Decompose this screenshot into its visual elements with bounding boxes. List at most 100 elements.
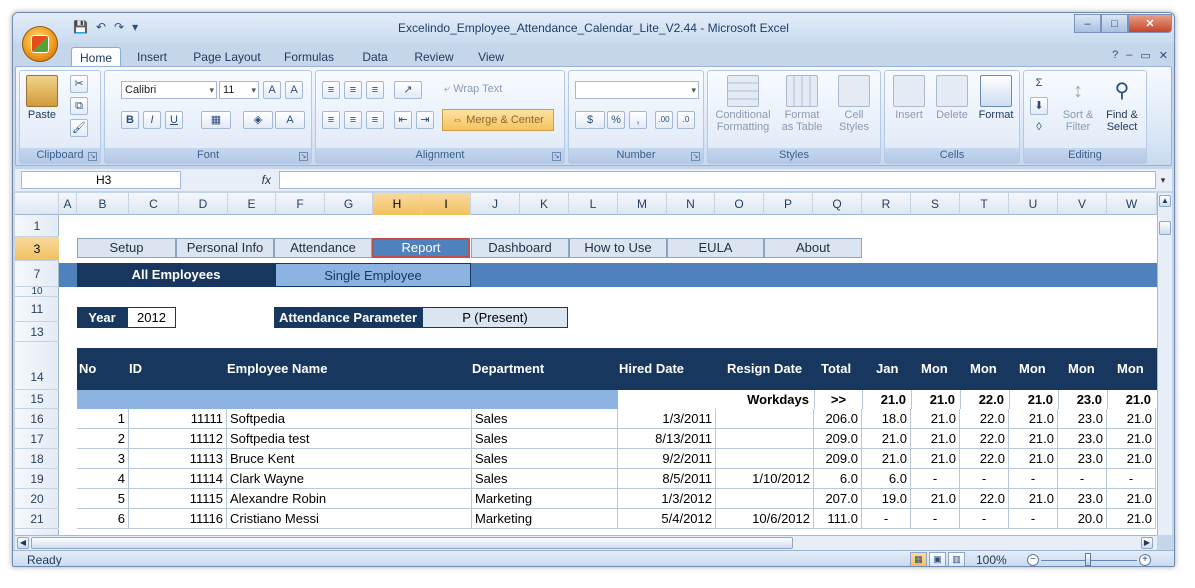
- row-header[interactable]: 21: [15, 509, 59, 529]
- column-header[interactable]: A: [59, 193, 77, 215]
- emp-id[interactable]: 11112: [129, 429, 227, 449]
- row-header[interactable]: 20: [15, 489, 59, 509]
- column-header[interactable]: I: [422, 193, 471, 215]
- currency-button[interactable]: $: [575, 111, 605, 129]
- sort-filter-button[interactable]: ↕ Sort & Filter: [1058, 75, 1098, 133]
- nav-attendance-button[interactable]: Attendance: [274, 238, 372, 258]
- zoom-level[interactable]: 100%: [976, 553, 1007, 566]
- orientation-icon[interactable]: ↗: [394, 81, 422, 99]
- grow-font-icon[interactable]: A: [263, 81, 281, 99]
- page-layout-view-icon[interactable]: ▣: [929, 552, 946, 566]
- align-right-icon[interactable]: ≡: [366, 111, 384, 129]
- emp-month-value[interactable]: 23.0: [1058, 409, 1107, 429]
- nav-eula-button[interactable]: EULA: [667, 238, 764, 258]
- emp-month-value[interactable]: -: [1058, 469, 1107, 489]
- emp-month-value[interactable]: 21.0: [862, 429, 911, 449]
- zoom-slider[interactable]: − +: [1027, 553, 1151, 566]
- column-header[interactable]: C: [129, 193, 179, 215]
- autosum-icon[interactable]: Σ: [1030, 75, 1048, 93]
- name-box[interactable]: H3: [21, 171, 181, 189]
- emp-total[interactable]: 209.0: [814, 449, 862, 469]
- comma-button[interactable]: ,: [629, 111, 647, 129]
- align-middle-icon[interactable]: ≡: [344, 81, 362, 99]
- emp-month-value[interactable]: 19.0: [862, 489, 911, 509]
- emp-month-value[interactable]: 18.0: [862, 409, 911, 429]
- emp-month-value[interactable]: -: [960, 469, 1009, 489]
- row-header[interactable]: 17: [15, 429, 59, 449]
- emp-no[interactable]: 6: [77, 509, 129, 529]
- emp-month-value[interactable]: 21.0: [1107, 429, 1156, 449]
- number-format-combo[interactable]: [575, 81, 699, 99]
- normal-view-icon[interactable]: ▦: [910, 552, 927, 566]
- emp-name[interactable]: Clark Wayne: [227, 469, 472, 489]
- row-header[interactable]: 7: [15, 261, 59, 287]
- increase-indent-icon[interactable]: ⇥: [416, 111, 434, 129]
- clear-icon[interactable]: ◊: [1030, 119, 1048, 137]
- emp-month-value[interactable]: 21.0: [1107, 449, 1156, 469]
- emp-month-value[interactable]: 21.0: [1107, 489, 1156, 509]
- zoom-knob[interactable]: [1085, 553, 1091, 566]
- emp-id[interactable]: 11114: [129, 469, 227, 489]
- attendance-parameter-value[interactable]: P (Present): [422, 307, 568, 328]
- align-bottom-icon[interactable]: ≡: [366, 81, 384, 99]
- nav-about-button[interactable]: About: [764, 238, 862, 258]
- emp-resign-date[interactable]: [716, 409, 814, 429]
- dialog-launcher-icon[interactable]: ↘: [552, 152, 561, 161]
- emp-month-value[interactable]: -: [911, 469, 960, 489]
- column-header[interactable]: H: [373, 193, 422, 215]
- select-all-corner[interactable]: [15, 193, 59, 215]
- emp-name[interactable]: Softpedia test: [227, 429, 472, 449]
- emp-department[interactable]: Sales: [472, 449, 618, 469]
- emp-no[interactable]: 2: [77, 429, 129, 449]
- emp-month-value[interactable]: 21.0: [1107, 409, 1156, 429]
- emp-id[interactable]: 11116: [129, 509, 227, 529]
- row-header[interactable]: 1: [15, 215, 59, 237]
- formula-input[interactable]: [279, 171, 1156, 189]
- column-header[interactable]: F: [276, 193, 325, 215]
- emp-no[interactable]: 5: [77, 489, 129, 509]
- dialog-launcher-icon[interactable]: ↘: [299, 152, 308, 161]
- emp-month-value[interactable]: -: [1009, 469, 1058, 489]
- fill-icon[interactable]: ⬇: [1030, 97, 1048, 115]
- column-header[interactable]: M: [618, 193, 667, 215]
- emp-month-value[interactable]: 22.0: [960, 449, 1009, 469]
- row-header[interactable]: 10: [15, 287, 59, 297]
- emp-month-value[interactable]: 20.0: [1058, 509, 1107, 529]
- office-button[interactable]: [22, 26, 58, 62]
- emp-total[interactable]: 209.0: [814, 429, 862, 449]
- nav-personal-info-button[interactable]: Personal Info: [176, 238, 274, 258]
- dialog-launcher-icon[interactable]: ↘: [691, 152, 700, 161]
- conditional-formatting-button[interactable]: Conditional Formatting: [712, 75, 774, 133]
- emp-month-value[interactable]: 21.0: [862, 449, 911, 469]
- column-header[interactable]: Q: [813, 193, 862, 215]
- fill-color-icon[interactable]: ◈: [243, 111, 273, 129]
- align-top-icon[interactable]: ≡: [322, 81, 340, 99]
- font-name-combo[interactable]: Calibri: [121, 81, 217, 99]
- emp-month-value[interactable]: 21.0: [911, 409, 960, 429]
- delete-cells-button[interactable]: Delete: [931, 75, 973, 121]
- emp-month-value[interactable]: -: [960, 509, 1009, 529]
- column-header[interactable]: R: [862, 193, 911, 215]
- format-as-table-button[interactable]: Format as Table: [778, 75, 826, 133]
- row-header[interactable]: 19: [15, 469, 59, 489]
- single-employee-tab[interactable]: Single Employee: [275, 263, 471, 287]
- workbook-minimize-icon[interactable]: –: [1126, 49, 1132, 62]
- emp-month-value[interactable]: 21.0: [1009, 449, 1058, 469]
- emp-month-value[interactable]: 21.0: [1009, 409, 1058, 429]
- align-center-icon[interactable]: ≡: [344, 111, 362, 129]
- emp-month-value[interactable]: 22.0: [960, 409, 1009, 429]
- emp-name[interactable]: Alexandre Robin: [227, 489, 472, 509]
- dialog-launcher-icon[interactable]: ↘: [88, 152, 97, 161]
- insert-cells-button[interactable]: Insert: [889, 75, 929, 121]
- column-header[interactable]: W: [1107, 193, 1157, 215]
- emp-no[interactable]: 1: [77, 409, 129, 429]
- nav-report-button[interactable]: Report: [372, 238, 470, 258]
- column-header[interactable]: U: [1009, 193, 1058, 215]
- emp-total[interactable]: 207.0: [814, 489, 862, 509]
- decrease-indent-icon[interactable]: ⇤: [394, 111, 412, 129]
- emp-month-value[interactable]: 21.0: [1009, 489, 1058, 509]
- tab-home[interactable]: Home: [71, 47, 121, 67]
- row-header[interactable]: 3: [15, 237, 59, 261]
- horizontal-scroll-thumb[interactable]: [31, 537, 793, 549]
- emp-id[interactable]: 11115: [129, 489, 227, 509]
